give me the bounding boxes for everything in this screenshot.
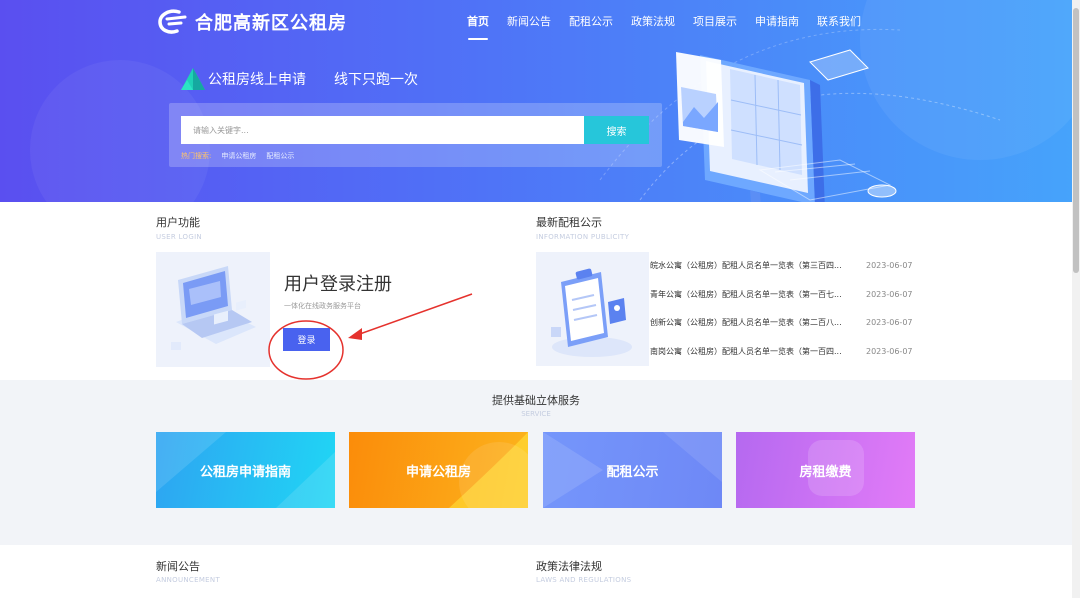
service-section: 提供基础立体服务 SERVICE 公租房申请指南 申请公租房 配租公示 房租缴费 <box>0 380 1072 545</box>
laptop-illustration <box>156 252 270 367</box>
service-card-label: 房租缴费 <box>799 464 852 480</box>
service-card-label: 申请公租房 <box>405 464 471 480</box>
clipboard-illustration <box>536 252 649 366</box>
notice-item-text: 皖水公寓（公租房）配租人员名单一览表（第三百四... <box>650 261 842 270</box>
notice-item-date: 2023-06-07 <box>866 289 913 299</box>
notice-item-text: 创新公寓（公租房）配租人员名单一览表（第二百八... <box>650 318 842 327</box>
user-section-title: 用户功能 <box>156 216 200 229</box>
notice-item-date: 2023-06-07 <box>866 318 913 327</box>
notice-item[interactable]: 南岗公寓（公租房）配租人员名单一览表（第一百四... 2023-06-07 <box>650 338 916 367</box>
login-register-desc: 一体化在线政务服务平台 <box>284 302 361 310</box>
nav-projects[interactable]: 项目展示 <box>684 0 746 42</box>
notice-section-subtitle: INFORMATION PUBLICITY <box>536 233 630 241</box>
news-section-subtitle: ANNOUNCEMENT <box>156 576 221 584</box>
house-triangle-icon <box>181 68 205 90</box>
hero-slogan: 公租房线上申请 线下只跑一次 <box>180 66 418 92</box>
service-card-label: 配租公示 <box>606 464 659 480</box>
notice-item[interactable]: 创新公寓（公租房）配租人员名单一览表（第二百八... 2023-06-07 <box>650 309 916 338</box>
service-subtitle: SERVICE <box>521 410 551 418</box>
notice-item-text: 南岗公寓（公租房）配租人员名单一览表（第一百四... <box>650 346 842 356</box>
nav-policy[interactable]: 政策法规 <box>622 0 684 42</box>
slogan-offline: 线下只跑一次 <box>334 72 418 88</box>
nav-contact[interactable]: 联系我们 <box>808 0 870 42</box>
service-card-rent[interactable]: 房租缴费 <box>736 432 915 508</box>
notice-section-title: 最新配租公示 <box>536 216 602 229</box>
service-card-apply[interactable]: 申请公租房 <box>349 432 528 508</box>
site-logo[interactable]: 合肥高新区公租房 <box>157 9 347 35</box>
search-panel: 搜索 热门搜索: 申请公租房 配租公示 <box>169 103 662 167</box>
news-section-title: 新闻公告 <box>156 560 200 573</box>
logo-text: 合肥高新区公租房 <box>195 13 347 34</box>
hot-search-label: 热门搜索: <box>181 152 212 160</box>
hot-search: 热门搜索: 申请公租房 配租公示 <box>181 151 294 161</box>
page-scrollbar[interactable] <box>1072 0 1080 598</box>
scrollbar-thumb[interactable] <box>1073 8 1079 273</box>
main-nav: 首页 新闻公告 配租公示 政策法规 项目展示 申请指南 联系我们 <box>458 0 870 42</box>
hot-link-allocation[interactable]: 配租公示 <box>266 151 294 161</box>
login-register-title: 用户登录注册 <box>284 274 392 295</box>
nav-guide[interactable]: 申请指南 <box>746 0 808 42</box>
notice-item-date: 2023-06-07 <box>866 261 913 270</box>
search-button[interactable]: 搜索 <box>584 116 649 144</box>
service-card-guide[interactable]: 公租房申请指南 <box>156 432 335 508</box>
nav-home[interactable]: 首页 <box>458 0 498 42</box>
nav-allocation[interactable]: 配租公示 <box>560 0 622 42</box>
login-button[interactable]: 登录 <box>283 328 330 351</box>
notice-list: 皖水公寓（公租房）配租人员名单一览表（第三百四... 2023-06-07 青年… <box>650 252 916 366</box>
service-card-allocation[interactable]: 配租公示 <box>543 432 722 508</box>
search-input[interactable] <box>181 116 584 144</box>
logo-icon <box>158 9 187 34</box>
notice-item[interactable]: 青年公寓（公租房）配租人员名单一览表（第一百七... 2023-06-07 <box>650 281 916 310</box>
hero-banner: 合肥高新区公租房 首页 新闻公告 配租公示 政策法规 项目展示 申请指南 联系我… <box>0 0 1072 202</box>
slogan-online: 公租房线上申请 <box>208 72 306 88</box>
notice-item-text: 青年公寓（公租房）配租人员名单一览表（第一百七... <box>650 289 842 299</box>
policy-section-subtitle: LAWS AND REGULATIONS <box>536 576 632 584</box>
policy-section-title: 政策法律法规 <box>536 560 602 573</box>
service-title: 提供基础立体服务 <box>492 394 580 407</box>
nav-news[interactable]: 新闻公告 <box>498 0 560 42</box>
notice-item[interactable]: 皖水公寓（公租房）配租人员名单一览表（第三百四... 2023-06-07 <box>650 252 916 281</box>
hot-link-apply[interactable]: 申请公租房 <box>221 151 256 161</box>
user-section-subtitle: USER LOGIN <box>156 233 202 241</box>
user-login-card: 用户登录注册 一体化在线政务服务平台 登录 <box>156 252 514 367</box>
service-card-label: 公租房申请指南 <box>199 464 291 480</box>
notice-item-date: 2023-06-07 <box>866 346 913 356</box>
